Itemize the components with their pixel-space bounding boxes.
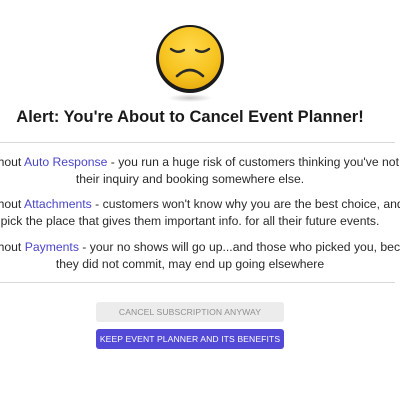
feature-line-2: they did not commit, may end up going el… (55, 257, 325, 271)
cancel-alert-page: Alert: You're About to Cancel Event Plan… (0, 0, 400, 400)
feature-name-payments: Payments (24, 240, 79, 254)
cancel-subscription-button[interactable]: CANCEL SUBSCRIPTION ANYWAY (96, 302, 284, 322)
alert-title: Alert: You're About to Cancel Event Plan… (16, 108, 364, 126)
feature-prefix: Without (0, 155, 22, 169)
feature-name-attachments: Attachments (24, 197, 92, 211)
feature-consequence: - you run a huge risk of customers think… (107, 155, 400, 169)
feature-consequence: - customers won't know why you are the b… (91, 197, 400, 211)
feature-line-2: their inquiry and booking somewhere else… (75, 172, 305, 186)
feature-warning-auto-response: Without Auto Response - you run a huge r… (0, 154, 400, 188)
feature-warning-attachments: Without Attachments - customers won't kn… (0, 196, 400, 230)
divider-bottom (0, 282, 395, 283)
feature-prefix: Without (0, 197, 22, 211)
keep-subscription-button[interactable]: KEEP EVENT PLANNER AND ITS BENEFITS (96, 329, 284, 349)
feature-line-1: Without Attachments - customers won't kn… (0, 196, 400, 213)
feature-line-1: Without Payments - your no shows will go… (0, 239, 400, 256)
feature-line-2: pick the place that gives them important… (0, 214, 380, 228)
feature-name-auto-response: Auto Response (24, 155, 108, 169)
divider-top (0, 142, 395, 143)
feature-warning-payments: Without Payments - your no shows will go… (0, 239, 400, 273)
feature-prefix: Without (0, 240, 22, 254)
sad-face-icon (151, 22, 229, 104)
feature-line-1: Without Auto Response - you run a huge r… (0, 154, 400, 171)
feature-consequence: - your no shows will go up...and those w… (78, 240, 400, 254)
